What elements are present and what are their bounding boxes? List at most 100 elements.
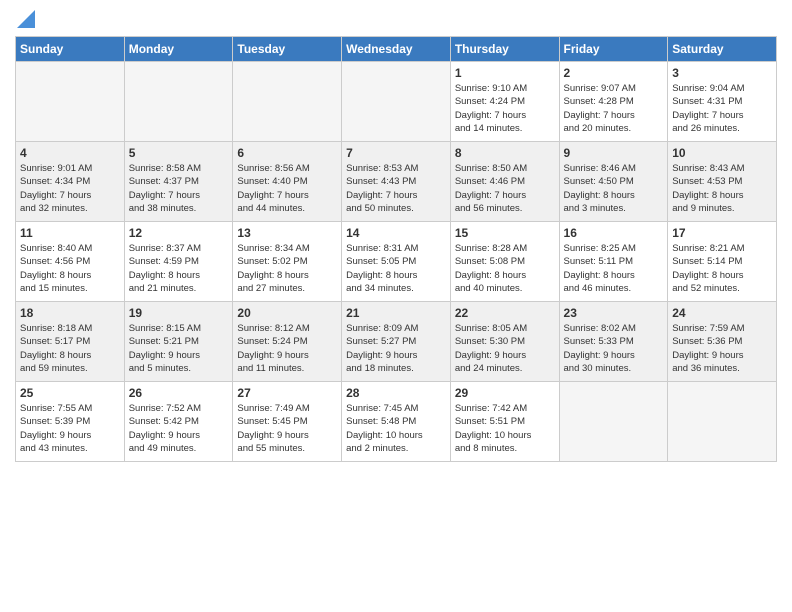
day-info: Sunrise: 8:53 AM Sunset: 4:43 PM Dayligh… [346, 162, 446, 215]
day-info: Sunrise: 8:58 AM Sunset: 4:37 PM Dayligh… [129, 162, 229, 215]
day-number: 19 [129, 306, 229, 320]
day-cell: 16 Sunrise: 8:25 AM Sunset: 5:11 PM Dayli… [559, 222, 668, 302]
day-info: Sunrise: 9:10 AM Sunset: 4:24 PM Dayligh… [455, 82, 555, 135]
day-number: 20 [237, 306, 337, 320]
day-cell: 12 Sunrise: 8:37 AM Sunset: 4:59 PM Dayli… [124, 222, 233, 302]
day-cell: 2 Sunrise: 9:07 AM Sunset: 4:28 PM Daylig… [559, 62, 668, 142]
day-info: Sunrise: 7:59 AM Sunset: 5:36 PM Dayligh… [672, 322, 772, 375]
day-info: Sunrise: 8:02 AM Sunset: 5:33 PM Dayligh… [564, 322, 664, 375]
day-number: 7 [346, 146, 446, 160]
day-cell [124, 62, 233, 142]
day-number: 16 [564, 226, 664, 240]
day-cell: 20 Sunrise: 8:12 AM Sunset: 5:24 PM Dayli… [233, 302, 342, 382]
day-cell: 18 Sunrise: 8:18 AM Sunset: 5:17 PM Dayli… [16, 302, 125, 382]
day-number: 5 [129, 146, 229, 160]
day-number: 2 [564, 66, 664, 80]
day-info: Sunrise: 8:25 AM Sunset: 5:11 PM Dayligh… [564, 242, 664, 295]
col-header-monday: Monday [124, 37, 233, 62]
day-number: 14 [346, 226, 446, 240]
col-header-tuesday: Tuesday [233, 37, 342, 62]
day-info: Sunrise: 7:42 AM Sunset: 5:51 PM Dayligh… [455, 402, 555, 455]
day-info: Sunrise: 7:52 AM Sunset: 5:42 PM Dayligh… [129, 402, 229, 455]
day-info: Sunrise: 8:43 AM Sunset: 4:53 PM Dayligh… [672, 162, 772, 215]
logo [15, 14, 35, 28]
day-cell: 13 Sunrise: 8:34 AM Sunset: 5:02 PM Dayli… [233, 222, 342, 302]
day-cell: 26 Sunrise: 7:52 AM Sunset: 5:42 PM Dayli… [124, 382, 233, 462]
day-info: Sunrise: 8:12 AM Sunset: 5:24 PM Dayligh… [237, 322, 337, 375]
day-cell: 4 Sunrise: 9:01 AM Sunset: 4:34 PM Daylig… [16, 142, 125, 222]
day-cell [342, 62, 451, 142]
header-row: SundayMondayTuesdayWednesdayThursdayFrid… [16, 37, 777, 62]
day-cell: 1Sunrise: 9:10 AM Sunset: 4:24 PM Daylig… [450, 62, 559, 142]
day-number: 21 [346, 306, 446, 320]
day-info: Sunrise: 7:45 AM Sunset: 5:48 PM Dayligh… [346, 402, 446, 455]
day-cell [559, 382, 668, 462]
col-header-saturday: Saturday [668, 37, 777, 62]
week-row-3: 11 Sunrise: 8:40 AM Sunset: 4:56 PM Dayli… [16, 222, 777, 302]
col-header-thursday: Thursday [450, 37, 559, 62]
day-cell: 19 Sunrise: 8:15 AM Sunset: 5:21 PM Dayli… [124, 302, 233, 382]
day-info: Sunrise: 8:05 AM Sunset: 5:30 PM Dayligh… [455, 322, 555, 375]
day-info: Sunrise: 7:49 AM Sunset: 5:45 PM Dayligh… [237, 402, 337, 455]
day-cell: 28Sunrise: 7:45 AM Sunset: 5:48 PM Dayli… [342, 382, 451, 462]
day-info: Sunrise: 8:31 AM Sunset: 5:05 PM Dayligh… [346, 242, 446, 295]
day-number: 24 [672, 306, 772, 320]
day-number: 11 [20, 226, 120, 240]
day-info: Sunrise: 8:37 AM Sunset: 4:59 PM Dayligh… [129, 242, 229, 295]
day-number: 13 [237, 226, 337, 240]
day-info: Sunrise: 8:34 AM Sunset: 5:02 PM Dayligh… [237, 242, 337, 295]
day-number: 10 [672, 146, 772, 160]
week-row-5: 25 Sunrise: 7:55 AM Sunset: 5:39 PM Dayli… [16, 382, 777, 462]
day-cell: 29 Sunrise: 7:42 AM Sunset: 5:51 PM Dayli… [450, 382, 559, 462]
day-cell: 10 Sunrise: 8:43 AM Sunset: 4:53 PM Dayli… [668, 142, 777, 222]
day-info: Sunrise: 8:18 AM Sunset: 5:17 PM Dayligh… [20, 322, 120, 375]
calendar-table: SundayMondayTuesdayWednesdayThursdayFrid… [15, 36, 777, 462]
day-info: Sunrise: 9:04 AM Sunset: 4:31 PM Dayligh… [672, 82, 772, 135]
day-cell: 7 Sunrise: 8:53 AM Sunset: 4:43 PM Daylig… [342, 142, 451, 222]
day-cell: 5 Sunrise: 8:58 AM Sunset: 4:37 PM Daylig… [124, 142, 233, 222]
day-number: 27 [237, 386, 337, 400]
day-cell: 15Sunrise: 8:28 AM Sunset: 5:08 PM Dayli… [450, 222, 559, 302]
day-info: Sunrise: 9:07 AM Sunset: 4:28 PM Dayligh… [564, 82, 664, 135]
day-number: 4 [20, 146, 120, 160]
logo-arrow-icon [17, 10, 35, 28]
day-cell: 14 Sunrise: 8:31 AM Sunset: 5:05 PM Dayli… [342, 222, 451, 302]
day-number: 29 [455, 386, 555, 400]
day-number: 12 [129, 226, 229, 240]
day-info: Sunrise: 8:46 AM Sunset: 4:50 PM Dayligh… [564, 162, 664, 215]
day-number: 26 [129, 386, 229, 400]
day-number: 17 [672, 226, 772, 240]
day-cell: 9 Sunrise: 8:46 AM Sunset: 4:50 PM Daylig… [559, 142, 668, 222]
day-info: Sunrise: 8:15 AM Sunset: 5:21 PM Dayligh… [129, 322, 229, 375]
day-number: 8 [455, 146, 555, 160]
day-number: 18 [20, 306, 120, 320]
day-cell: 23 Sunrise: 8:02 AM Sunset: 5:33 PM Dayli… [559, 302, 668, 382]
col-header-sunday: Sunday [16, 37, 125, 62]
day-info: Sunrise: 8:09 AM Sunset: 5:27 PM Dayligh… [346, 322, 446, 375]
day-number: 9 [564, 146, 664, 160]
day-info: Sunrise: 8:21 AM Sunset: 5:14 PM Dayligh… [672, 242, 772, 295]
day-number: 23 [564, 306, 664, 320]
day-number: 22 [455, 306, 555, 320]
col-header-wednesday: Wednesday [342, 37, 451, 62]
day-cell [233, 62, 342, 142]
day-number: 25 [20, 386, 120, 400]
day-number: 15 [455, 226, 555, 240]
day-info: Sunrise: 8:40 AM Sunset: 4:56 PM Dayligh… [20, 242, 120, 295]
day-cell: 21 Sunrise: 8:09 AM Sunset: 5:27 PM Dayli… [342, 302, 451, 382]
day-cell [668, 382, 777, 462]
week-row-1: 1Sunrise: 9:10 AM Sunset: 4:24 PM Daylig… [16, 62, 777, 142]
day-info: Sunrise: 8:50 AM Sunset: 4:46 PM Dayligh… [455, 162, 555, 215]
day-info: Sunrise: 7:55 AM Sunset: 5:39 PM Dayligh… [20, 402, 120, 455]
day-cell: 25 Sunrise: 7:55 AM Sunset: 5:39 PM Dayli… [16, 382, 125, 462]
day-info: Sunrise: 8:56 AM Sunset: 4:40 PM Dayligh… [237, 162, 337, 215]
col-header-friday: Friday [559, 37, 668, 62]
day-cell: 24 Sunrise: 7:59 AM Sunset: 5:36 PM Dayli… [668, 302, 777, 382]
day-cell: 6Sunrise: 8:56 AM Sunset: 4:40 PM Daylig… [233, 142, 342, 222]
day-cell [16, 62, 125, 142]
day-info: Sunrise: 9:01 AM Sunset: 4:34 PM Dayligh… [20, 162, 120, 215]
day-cell: 17 Sunrise: 8:21 AM Sunset: 5:14 PM Dayli… [668, 222, 777, 302]
day-cell: 27 Sunrise: 7:49 AM Sunset: 5:45 PM Dayli… [233, 382, 342, 462]
day-cell: 22 Sunrise: 8:05 AM Sunset: 5:30 PM Dayli… [450, 302, 559, 382]
week-row-2: 4 Sunrise: 9:01 AM Sunset: 4:34 PM Daylig… [16, 142, 777, 222]
